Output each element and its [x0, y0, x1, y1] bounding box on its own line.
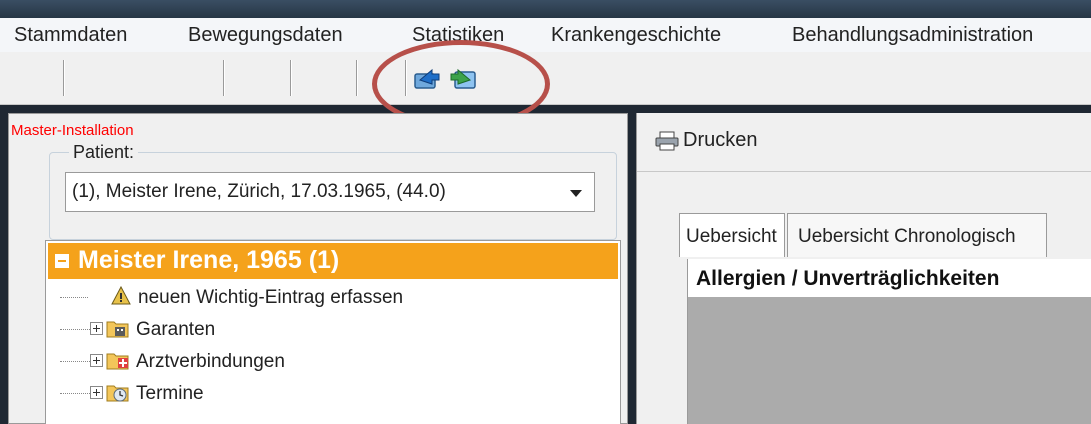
tree-connector	[60, 393, 90, 394]
title-bar	[0, 0, 1091, 18]
tree-root-item[interactable]: Meister Irene, 1965 (1)	[48, 243, 618, 279]
menu-stammdaten[interactable]: Stammdaten	[14, 24, 127, 47]
toolbar-separator	[290, 60, 292, 96]
tab-uebersicht[interactable]: Uebersicht	[679, 213, 785, 257]
patient-dropdown-value: (1), Meister Irene, Zürich, 17.03.1965, …	[72, 181, 446, 202]
folder-building-icon	[106, 317, 130, 339]
tree-connector	[60, 361, 90, 362]
toolbar-separator	[356, 60, 358, 96]
chevron-down-icon[interactable]	[570, 190, 582, 197]
patient-dropdown[interactable]: (1), Meister Irene, Zürich, 17.03.1965, …	[65, 172, 595, 212]
folder-medical-icon	[106, 349, 130, 371]
menu-bewegungsdaten[interactable]: Bewegungsdaten	[188, 24, 343, 47]
tree-item-label: Arztverbindungen	[136, 351, 285, 372]
print-button[interactable]: Drucken	[683, 129, 757, 152]
tree-item-arztverbindungen[interactable]: Arztverbindungen	[60, 347, 600, 377]
print-toolbar: Drucken	[637, 113, 1091, 172]
toolbar-separator	[63, 60, 65, 96]
tree-item-label: Garanten	[136, 319, 216, 340]
tree-item-label: neuen Wichtig-Eintrag erfassen	[138, 287, 404, 308]
tree-connector	[60, 329, 90, 330]
installation-label: Master-Installation	[11, 122, 134, 139]
collapse-icon[interactable]	[55, 254, 69, 268]
tree-item-label: Termine	[136, 383, 204, 404]
tree-item-termine[interactable]: Termine	[60, 379, 600, 409]
warning-sign-icon	[110, 285, 134, 307]
tree-item-wichtig-eintrag[interactable]: neuen Wichtig-Eintrag erfassen	[60, 283, 600, 313]
tab-strip: Uebersicht Uebersicht Chronologisch	[679, 213, 1091, 259]
app-window: Stammdaten Bewegungsdaten Statistiken Kr…	[0, 0, 1091, 424]
menu-bar: Stammdaten Bewegungsdaten Statistiken Kr…	[0, 18, 1091, 53]
section-header: Allergien / Unverträglichkeiten	[688, 259, 1091, 297]
patient-label: Patient:	[69, 142, 139, 163]
tree-connector	[60, 297, 88, 298]
tree-root-label: Meister Irene, 1965 (1)	[78, 246, 340, 274]
menu-behandlungsadministration[interactable]: Behandlungsadministration	[792, 24, 1033, 47]
tree-item-garanten[interactable]: Garanten	[60, 315, 600, 345]
tab-content: Allergien / Unverträglichkeiten	[687, 259, 1091, 424]
expand-icon[interactable]	[90, 354, 103, 367]
tab-uebersicht-chronologisch[interactable]: Uebersicht Chronologisch	[787, 213, 1047, 257]
patient-pane: Master-Installation Patient: (1), Meiste…	[8, 113, 628, 424]
overview-pane: Drucken Uebersicht Uebersicht Chronologi…	[636, 113, 1091, 424]
folder-clock-icon	[106, 381, 130, 403]
section-title: Allergien / Unverträglichkeiten	[696, 267, 1000, 290]
expand-icon[interactable]	[90, 322, 103, 335]
expand-icon[interactable]	[90, 386, 103, 399]
menu-krankengeschichte[interactable]: Krankengeschichte	[551, 24, 721, 47]
printer-icon[interactable]	[655, 131, 679, 151]
toolbar-separator	[223, 60, 225, 96]
patient-tree: Meister Irene, 1965 (1) neuen Wichtig-Ei…	[45, 240, 621, 424]
